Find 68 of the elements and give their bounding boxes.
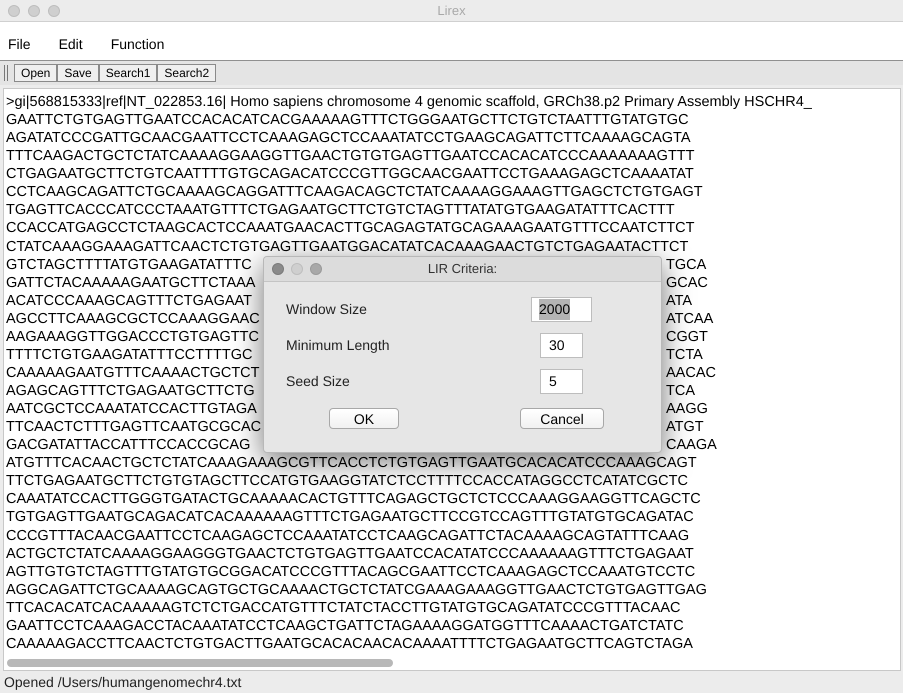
window-control-icon[interactable] bbox=[272, 263, 284, 275]
sequence-line: AAGAAAGGTTGGACCCTGTGAGTTC bbox=[6, 328, 259, 345]
scrollbar[interactable] bbox=[7, 659, 393, 667]
dialog-title: LIR Criteria: bbox=[428, 260, 498, 278]
dialog-button[interactable]: OK bbox=[329, 408, 399, 429]
sequence-line: AAGG bbox=[666, 400, 708, 418]
sequence-line: AACAC bbox=[666, 364, 716, 382]
sequence-line: TTTCAAGACTGCTCTATCAAAAGGAAGGTTGAACTGTGTGAGTTGAATCCACACATCCCAAAAAAAGTTT bbox=[6, 147, 695, 166]
toolbar-button[interactable]: Open bbox=[14, 64, 58, 82]
sequence-line: GTCTAGCTTTTATGTGAAGATATTTC bbox=[6, 256, 252, 273]
menu-item[interactable]: File bbox=[4, 34, 35, 55]
toolbar-button[interactable]: Search2 bbox=[157, 64, 216, 82]
sequence-line: GACGATATTACCATTTCCACCGCAG bbox=[6, 437, 250, 454]
toolbar-button[interactable]: Search1 bbox=[98, 64, 158, 82]
sequence-line: CAAATATCCACTTGGGTGATACTGCAAAAACACTGTTTCAGAGCTGCTCTCCCAAAGGAAGGTTCAGCTC bbox=[6, 490, 701, 508]
sequence-line: AATCGCTCCAAATATCCACTTGTAGA bbox=[6, 401, 257, 418]
sequence-line: TGTGAGTTGAATGCAGACATCACAAAAAAGTTTCTGAGAATGCTTCCGTCCAGTTTGTATGTGCAGATAC bbox=[6, 508, 694, 526]
window-title: Lirex bbox=[437, 2, 466, 20]
sequence-line: CAAAAAGAATGTTTCAAAACTGCTCT bbox=[6, 364, 260, 381]
sequence-line: ACATCCCAAAGCAGTTTCTGAGAAT bbox=[6, 292, 252, 309]
sequence-line: CCTCAAGCAGATTCTGCAAAAGCAGGATTTCAAGACAGCTCTATCAAAAGGAAAGTTGAGCTCTGTGAGT bbox=[6, 183, 703, 202]
sequence-line: ATGTTTCACAACTGCTCTATCAAAGAAAGCGTTCACCTCTGTGAGTTGAATGCACACATCCCAAAGCAGT bbox=[6, 454, 697, 472]
sequence-line: >gi|568815333|ref|NT_022853.16| Homo sapiens chromosome 4 genomic scaffold, GRCh38.p2 Primary Assembly HSCHR4_ bbox=[6, 93, 812, 112]
grip-icon[interactable] bbox=[4, 65, 10, 81]
sequence-line: TGAGTTCACCCATCCCTAAATGTTTCTGAGAATGCTTCTGTCTAGTTTATATGTGAAGATATTTCACTTT bbox=[6, 201, 675, 220]
sequence-line: CGGT bbox=[666, 328, 708, 346]
sequence-line: CAAAAAGACCTTCAACTCTGTGACTTGAATGCACACAACACAAAATTTTCTGAGAATGCTTCAGTCTAGA bbox=[6, 634, 693, 653]
status-text: Opened /Users/humangenomechr4.txt bbox=[4, 672, 242, 692]
window-control-icon[interactable] bbox=[28, 4, 40, 16]
sequence-line: AGATATCCCGATTGCAACGAATTCCTCAAAGAGCTCCAAATATCCTGAAGCAGATTCTTCAAAAGCAGTA bbox=[6, 129, 690, 148]
field-label: Window Size bbox=[286, 300, 368, 318]
window-control-icon[interactable] bbox=[310, 263, 322, 275]
window-control-icon[interactable] bbox=[8, 4, 20, 16]
input-field[interactable]: 30 bbox=[540, 332, 583, 358]
dialog-button[interactable]: Cancel bbox=[520, 408, 604, 429]
sequence-line: CTATCAAAGGAAAGATTCAACTCTGTGAGTTGAATGGACATATCACAAAGAACTGTCTGAGAATACTTCT bbox=[6, 238, 688, 256]
sequence-line: GAATTCCTCAAAGACCTACAAATATCCTCAAGCTGATTCTAGAAAAGGATGGTTTCAAAACTGATCTATC bbox=[6, 616, 684, 635]
sequence-line: TCA bbox=[666, 382, 695, 400]
menu-item[interactable]: Function bbox=[106, 34, 168, 55]
menu-item[interactable]: Edit bbox=[54, 34, 87, 55]
sequence-line: ACTGCTCTATCAAAAGGAAGGGTGAACTCTGTGAGTTGAATCCACATATCCCAAAAAAGTTTCTGAGAAT bbox=[6, 544, 694, 563]
sequence-line: TCTA bbox=[666, 346, 703, 364]
sequence-line: AGCCTTCAAAGCGCTCCAAAGGAAC bbox=[6, 310, 260, 327]
sequence-line: CAAGA bbox=[666, 436, 717, 454]
field-label: Minimum Length bbox=[286, 336, 390, 355]
toolbar-button[interactable]: Save bbox=[57, 64, 99, 82]
window-control-icon[interactable] bbox=[291, 263, 303, 275]
sequence-line: GATTCTACAAAAAGAATGCTTCTAAA bbox=[6, 274, 256, 291]
sequence-line: ATA bbox=[666, 292, 692, 310]
sequence-line: CCACCATGAGCCTCTAAGCACTCCAAATGAACACTTGCAGAGTATGCAGAAAGAATGTTTCCAATCTTCT bbox=[6, 219, 695, 238]
window-control-icon[interactable] bbox=[48, 4, 60, 16]
field-label: Seed Size bbox=[286, 372, 351, 390]
sequence-line: AGTTGTGTCTAGTTTGTATGTGCGGACATCCCGTTTACAGCGAATTCCTCAAAGAGCTCCAAATGTCCTC bbox=[6, 562, 696, 581]
sequence-line: AGAGCAGTTTCTGAGAATGCTTCTG bbox=[6, 383, 255, 399]
sequence-line: TTTTCTGTGAAGATATTTCCTTTTGC bbox=[6, 346, 252, 363]
sequence-line: TTCTGAGAATGCTTCTGTGTAGCTTCCATGTGAAGGTATCTCCTTTTCCACCATAGGCCTCATATCGCTC bbox=[6, 472, 688, 490]
sequence-line: TTCAACTCTTTGAGTTCAATGCGCAC bbox=[6, 419, 262, 436]
sequence-line: GAATTCTGTGAGTTGAATCCACACATCACGAAAAAGTTTCTGGGAATGCTTCTGTCTAATTTGTATGTGC bbox=[6, 111, 689, 130]
sequence-line: AGGCAGATTCTGCAAAAGCAGTGCTGCAAAACTGCTCTATCGAAAGAAAGGTTGAACTCTGTGAGTTGAG bbox=[6, 580, 707, 599]
sequence-line: CCCGTTTACAACGAATTCCTCAAGAGCTCCAAATATCCTCAAGCAGATTCTACAAAAGCAGTATTTCAAG bbox=[6, 526, 690, 545]
sequence-line: GCAC bbox=[666, 274, 708, 292]
input-field[interactable]: 5 bbox=[540, 368, 583, 394]
sequence-line: ATGT bbox=[666, 418, 704, 436]
sequence-line: CTGAGAATGCTTCTGTCAATTTTGTGCAGACATCCCGTTGGCAACGAATTCCTGAAAGAGCTCAAAATAT bbox=[6, 165, 694, 184]
sequence-line: TGCA bbox=[666, 256, 706, 274]
sequence-line: TTCACACATCACAAAAAGTCTCTGACCATGTTTCTATCTACCTTGTATGTGCAGATATCCCGTTTACAAC bbox=[6, 598, 680, 617]
input-field[interactable]: 2000 bbox=[531, 296, 592, 322]
sequence-line: ATCAA bbox=[666, 310, 714, 328]
